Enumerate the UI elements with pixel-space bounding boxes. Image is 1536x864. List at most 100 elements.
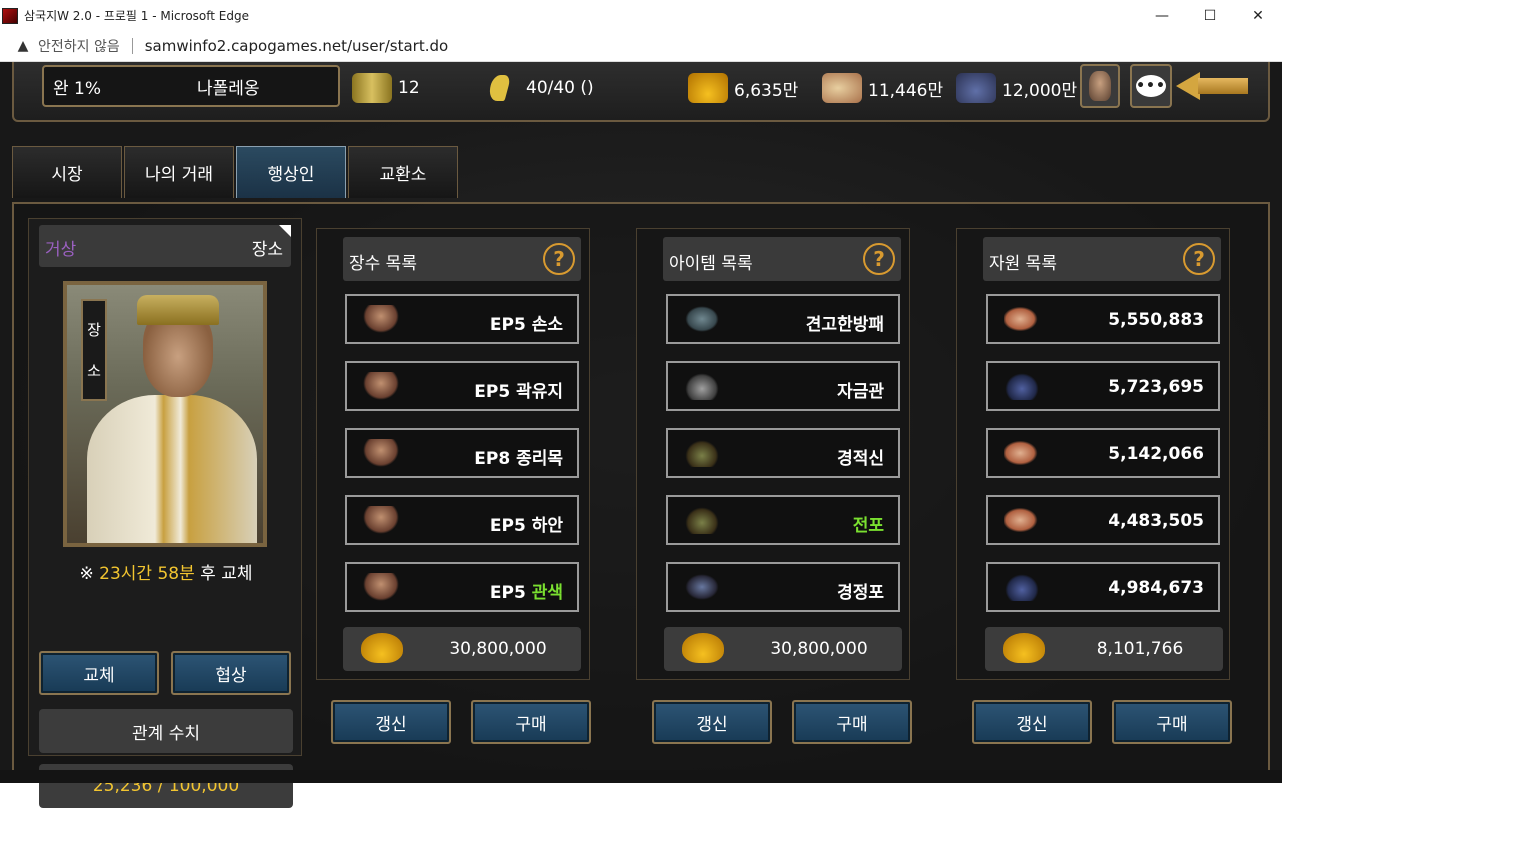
url-field[interactable]: samwinfo2.capogames.net/user/start.do: [145, 37, 448, 55]
resource-row[interactable]: 5,550,883: [986, 294, 1220, 344]
app-icon: [2, 7, 18, 24]
helmet-icon: [684, 372, 720, 400]
maximize-button[interactable]: ☐: [1186, 0, 1234, 31]
rank-label: 완 1%: [53, 78, 102, 99]
general-row[interactable]: EP5 손소: [345, 294, 579, 344]
resource-row[interactable]: 4,984,673: [986, 562, 1220, 612]
status-bar: 완 1% 나폴레옹 12 40/40 () 6,635만 11,446만 12,…: [12, 62, 1270, 122]
replace-button[interactable]: 교체: [39, 651, 159, 695]
item-buy-button[interactable]: 구매: [792, 700, 912, 744]
item-list-header: 아이템 목록 ?: [663, 237, 901, 281]
tab-market[interactable]: 시장: [12, 146, 122, 198]
negotiate-button[interactable]: 협상: [171, 651, 291, 695]
gold-ingot-icon: [682, 633, 724, 663]
rice-bag-icon: [1004, 439, 1040, 467]
general-figure-icon: [363, 506, 399, 534]
general-row[interactable]: EP5 하안: [345, 495, 579, 545]
general-list-header: 장수 목록 ?: [343, 237, 581, 281]
item-row[interactable]: 경적신: [666, 428, 900, 478]
gold-stat: 6,635만: [688, 70, 798, 106]
bottom-strip: [0, 770, 1282, 783]
price-value: 30,800,000: [770, 639, 868, 659]
profile-box[interactable]: 완 1% 나폴레옹: [42, 65, 340, 107]
resource-row[interactable]: 5,723,695: [986, 361, 1220, 411]
resource-list-title: 자원 목록: [989, 254, 1057, 274]
resource-row[interactable]: 4,483,505: [986, 495, 1220, 545]
tab-my-trades[interactable]: 나의 거래: [124, 146, 234, 198]
warning-icon[interactable]: ▲: [14, 37, 32, 55]
resource-price: 8,101,766: [985, 627, 1223, 671]
chat-button[interactable]: •••: [1130, 64, 1172, 108]
relation-label[interactable]: 관계 수치: [39, 709, 293, 753]
arrow-left-icon: [1176, 72, 1200, 100]
item-list-title: 아이템 목록: [669, 254, 753, 274]
help-icon[interactable]: ?: [543, 243, 575, 275]
gold-ingot-icon: [361, 633, 403, 663]
rice-bag-icon: [1004, 506, 1040, 534]
price-value: 8,101,766: [1096, 639, 1184, 659]
boots-icon: [684, 506, 720, 534]
window-title: 삼국지W 2.0 - 프로필 1 - Microsoft Edge: [24, 9, 249, 23]
game-area: 완 1% 나폴레옹 12 40/40 () 6,635만 11,446만 12,…: [0, 62, 1282, 808]
tab-exchange[interactable]: 교환소: [348, 146, 458, 198]
window-controls: — ☐ ✕: [1138, 0, 1282, 31]
stamina-stat: 40/40 (): [480, 70, 594, 106]
corner-marker: [279, 225, 291, 237]
back-arrow-button[interactable]: [1176, 72, 1252, 100]
helmet-icon: [1089, 71, 1111, 101]
browser-window: 삼국지W 2.0 - 프로필 1 - Microsoft Edge — ☐ ✕ …: [0, 0, 1282, 808]
security-warning[interactable]: 안전하지 않음: [38, 36, 120, 56]
merchant-portrait[interactable]: 장 소: [63, 281, 267, 547]
help-icon[interactable]: ?: [863, 243, 895, 275]
item-row[interactable]: 자금관: [666, 361, 900, 411]
resource-refresh-button[interactable]: 갱신: [972, 700, 1092, 744]
name-banner: 장 소: [81, 299, 107, 401]
replace-timer: ※ 23시간 58분 후 교체: [79, 564, 253, 584]
scroll-stat: 12: [352, 70, 420, 106]
item-row[interactable]: 전포: [666, 495, 900, 545]
close-button[interactable]: ✕: [1234, 0, 1282, 31]
resource-buy-button[interactable]: 구매: [1112, 700, 1232, 744]
item-price: 30,800,000: [664, 627, 902, 671]
item-row[interactable]: 견고한방패: [666, 294, 900, 344]
item-row[interactable]: 경정포: [666, 562, 900, 612]
scroll-count: 12: [398, 78, 420, 98]
tab-peddler[interactable]: 행상인: [236, 146, 346, 198]
general-row[interactable]: EP5 관색: [345, 562, 579, 612]
general-refresh-button[interactable]: 갱신: [331, 700, 451, 744]
timer-value: 23시간 58분: [99, 564, 195, 584]
scroll-icon: [352, 73, 392, 103]
shield-icon: [684, 305, 720, 333]
address-bar: ▲ 안전하지 않음 samwinfo2.capogames.net/user/s…: [0, 31, 1282, 62]
ore-pile-icon: [956, 73, 996, 103]
merchant-header: 거상 장소: [39, 225, 291, 267]
general-row[interactable]: EP8 종리목: [345, 428, 579, 478]
ore-pile-icon: [1004, 372, 1040, 400]
help-icon[interactable]: ?: [1183, 243, 1215, 275]
general-list-title: 장수 목록: [349, 254, 417, 274]
rice-bag-icon: [822, 73, 862, 103]
item-refresh-button[interactable]: 갱신: [652, 700, 772, 744]
stamina-value: 40/40 (): [526, 78, 594, 98]
general-buy-button[interactable]: 구매: [471, 700, 591, 744]
general-figure-icon: [363, 573, 399, 601]
merchant-type: 거상: [45, 240, 77, 260]
merchant-panel: 거상 장소 장 소 ※ 23시간 58분 후 교체 교체 협상 관계 수치 25…: [28, 218, 302, 808]
general-figure-icon: [363, 372, 399, 400]
resource-row[interactable]: 5,142,066: [986, 428, 1220, 478]
general-row[interactable]: EP5 곽유지: [345, 361, 579, 411]
resource-list-header: 자원 목록 ?: [983, 237, 1221, 281]
title-bar: 삼국지W 2.0 - 프로필 1 - Microsoft Edge — ☐ ✕: [0, 0, 1282, 31]
boots-icon: [684, 439, 720, 467]
general-figure-icon: [363, 439, 399, 467]
minimize-button[interactable]: —: [1138, 0, 1186, 31]
chat-bubble-icon: •••: [1136, 75, 1166, 97]
general-menu-button[interactable]: [1080, 64, 1120, 108]
player-name: 나폴레옹: [197, 78, 260, 99]
price-value: 30,800,000: [449, 639, 547, 659]
rice-bag-icon: [1004, 305, 1040, 333]
ore-pile-icon: [1004, 573, 1040, 601]
merchant-name: 장소: [251, 240, 283, 260]
armor-icon: [684, 573, 720, 601]
divider: [131, 38, 133, 54]
